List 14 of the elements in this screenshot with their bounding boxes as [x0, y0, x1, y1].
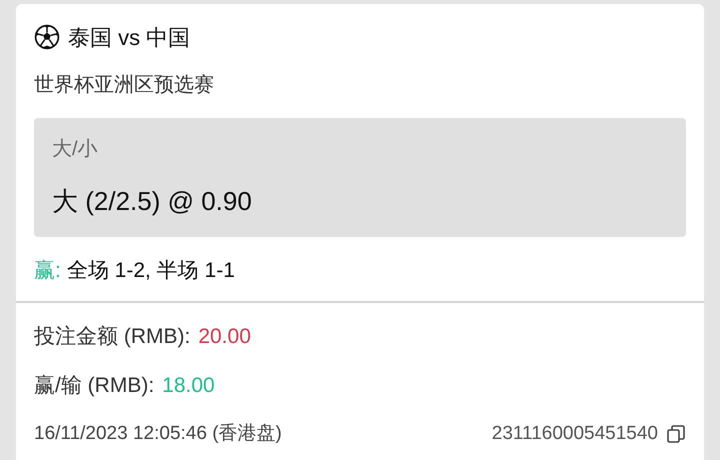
- bet-datetime: 16/11/2023 12:05:46 (香港盘): [34, 422, 282, 446]
- league-name: 世界杯亚洲区预选赛: [34, 73, 215, 98]
- win-loss-label: 赢/输 (RMB):: [34, 373, 154, 399]
- match-title: 泰国 vs 中国: [68, 24, 190, 52]
- stake-label: 投注金额 (RMB):: [34, 324, 190, 350]
- win-loss-amount: 18.00: [162, 373, 215, 399]
- soccer-ball-icon: [34, 24, 60, 50]
- result-label: 赢:: [34, 258, 61, 284]
- selection-odds: 大 (2/2.5) @ 0.90: [52, 185, 253, 218]
- copy-icon[interactable]: [666, 424, 686, 444]
- result-score: 全场 1-2, 半场 1-1: [66, 258, 235, 284]
- stake-amount: 20.00: [198, 324, 251, 350]
- ticket-number: 2311160005451540: [492, 422, 658, 446]
- market-label: 大/小: [52, 137, 99, 162]
